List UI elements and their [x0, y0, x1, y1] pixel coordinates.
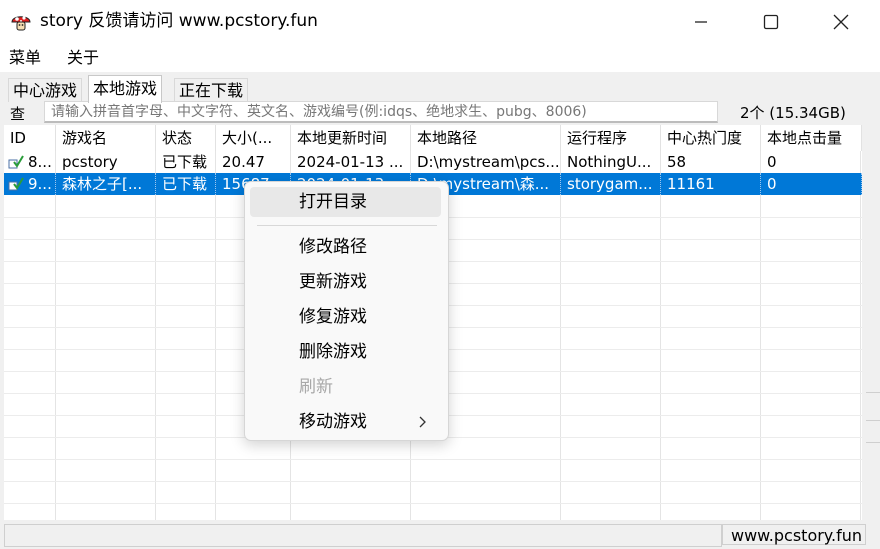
col-header-clicks[interactable]: 本地点击量	[761, 125, 862, 151]
menu-about[interactable]: 关于	[67, 47, 99, 69]
menu-update-game[interactable]: 更新游戏	[250, 267, 441, 297]
status-bar: www.pcstory.fun	[0, 522, 880, 549]
col-header-exe[interactable]: 运行程序	[561, 125, 661, 151]
cell-id: 8...	[28, 153, 52, 171]
cell-name: 森林之子[...	[56, 173, 156, 195]
cell-status: 已下载	[156, 173, 216, 195]
col-header-size[interactable]: 大小(...	[216, 125, 291, 151]
maximize-button[interactable]	[736, 0, 806, 44]
status-website[interactable]: www.pcstory.fun	[722, 524, 866, 545]
menu-bar: 菜单 关于	[0, 44, 880, 72]
cell-id: 9...	[24, 173, 56, 195]
menu-separator	[257, 225, 437, 226]
status-left-pane	[4, 524, 722, 547]
minimize-button[interactable]	[666, 0, 736, 44]
app-mushroom-icon	[11, 16, 31, 31]
cell-size: 20.47	[222, 153, 265, 171]
search-row: 查 请输入拼音首字母、中文字符、英文名、游戏编号(例:idqs、绝地求生、pub…	[4, 101, 862, 125]
cell-updated: 2024-01-13 ...	[297, 153, 404, 171]
tab-local-games[interactable]: 本地游戏	[88, 75, 163, 103]
menu-move-game-label: 移动游戏	[299, 412, 367, 432]
game-count: 2个 (15.34GB)	[740, 104, 846, 122]
title-bar: story 反馈请访问 www.pcstory.fun	[0, 0, 880, 44]
edge-divider	[866, 442, 880, 443]
menu-refresh: 刷新	[299, 377, 333, 397]
menu-repair-game[interactable]: 修复游戏	[250, 302, 441, 332]
menu-change-path[interactable]: 修改路径	[250, 232, 441, 262]
maximize-icon	[763, 14, 779, 30]
tab-strip: 中心游戏 本地游戏 正在下载	[0, 72, 880, 103]
col-header-id[interactable]: ID	[4, 125, 56, 151]
edge-divider	[866, 392, 880, 393]
col-header-updated[interactable]: 本地更新时间	[291, 125, 411, 151]
menu-delete-game[interactable]: 删除游戏	[250, 337, 441, 367]
close-icon	[833, 14, 849, 30]
search-label[interactable]: 查	[10, 103, 25, 125]
col-header-status[interactable]: 状态	[156, 125, 216, 151]
menu-move-game[interactable]: 移动游戏	[250, 407, 441, 437]
edge-divider	[866, 420, 880, 421]
grid-line	[4, 503, 862, 504]
close-button[interactable]	[806, 0, 876, 44]
cell-clicks: 0	[761, 173, 862, 195]
col-header-path[interactable]: 本地路径	[411, 125, 561, 151]
cell-clicks: 0	[767, 153, 777, 171]
minimize-icon	[695, 21, 707, 23]
installed-check-icon	[8, 155, 24, 169]
cell-exe: storygam...	[561, 173, 661, 195]
chevron-right-icon	[419, 416, 426, 428]
table-row[interactable]: 8... pcstory 已下载 20.47 2024-01-13 ... D:…	[4, 151, 862, 173]
col-header-hot[interactable]: 中心热门度	[661, 125, 761, 151]
menu-main[interactable]: 菜单	[9, 47, 41, 69]
window-title: story 反馈请访问 www.pcstory.fun	[40, 11, 318, 31]
col-header-name[interactable]: 游戏名	[56, 125, 156, 151]
menu-open-directory[interactable]: 打开目录	[250, 187, 441, 217]
tab-downloading[interactable]: 正在下载	[174, 78, 249, 102]
installed-check-icon	[8, 177, 24, 191]
cell-path: D:\mystream\pcs...	[417, 153, 560, 171]
cell-exe: NothingU...	[567, 153, 652, 171]
grid-line	[4, 459, 862, 460]
search-input[interactable]: 请输入拼音首字母、中文字符、英文名、游戏编号(例:idqs、绝地求生、pubg、…	[44, 101, 718, 123]
context-menu: 打开目录 修改路径 更新游戏 修复游戏 删除游戏 刷新 移动游戏	[244, 181, 449, 441]
cell-status: 已下载	[162, 153, 208, 171]
cell-name: pcstory	[62, 153, 118, 171]
cell-hot: 11161	[661, 173, 761, 195]
cell-hot: 58	[667, 153, 687, 171]
tab-center-games[interactable]: 中心游戏	[8, 78, 83, 102]
grid-line	[4, 481, 862, 482]
